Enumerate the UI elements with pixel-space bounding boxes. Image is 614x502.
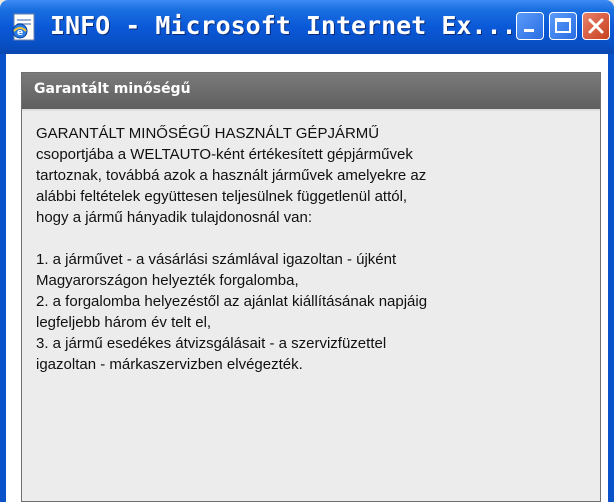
- browser-window: e INFO - Microsoft Internet Ex... Garant…: [0, 0, 614, 502]
- info-panel: Garantált minőségű GARANTÁLT MINŐSÉGŰ HA…: [21, 72, 601, 502]
- body-line: alábbi feltételek együttesen teljesülnek…: [36, 188, 408, 205]
- window-frame-right: [608, 54, 614, 502]
- body-blank-line: [36, 228, 592, 249]
- ie-page-icon: e: [12, 13, 35, 41]
- body-line: GARANTÁLT MINŐSÉGŰ HASZNÁLT GÉPJÁRMŰ: [36, 125, 380, 142]
- maximize-icon: [555, 18, 571, 33]
- close-icon: [588, 18, 604, 34]
- title-bar[interactable]: e INFO - Microsoft Internet Ex...: [0, 0, 614, 54]
- page-content: Garantált minőségű GARANTÁLT MINŐSÉGŰ HA…: [6, 54, 608, 502]
- panel-body: GARANTÁLT MINŐSÉGŰ HASZNÁLT GÉPJÁRMŰ cso…: [36, 123, 592, 375]
- body-line: igazoltan - márkaszervizben elvégezték.: [36, 356, 303, 373]
- body-line: hogy a jármű hányadik tulajdonosnál van:: [36, 209, 313, 226]
- body-line: 2. a forgalomba helyezéstől az ajánlat k…: [36, 293, 428, 310]
- window-title: INFO - Microsoft Internet Ex...: [50, 11, 517, 40]
- body-line: 3. a jármű esedékes átvizsgálásait - a s…: [36, 335, 387, 352]
- body-line: Magyarországon helyezték forgalomba,: [36, 272, 299, 289]
- minimize-icon: [524, 29, 534, 32]
- panel-header: Garantált minőségű: [22, 73, 600, 111]
- panel-title: Garantált minőségű: [34, 81, 191, 97]
- minimize-button[interactable]: [516, 12, 544, 40]
- maximize-button[interactable]: [549, 12, 577, 40]
- body-line: legfeljebb három év telt el,: [36, 314, 212, 331]
- svg-text:e: e: [17, 28, 23, 38]
- body-line: csoportjába a WELTAUTO-ként értékesített…: [36, 146, 413, 163]
- body-line: tartoznak, továbbá azok a használt jármű…: [36, 167, 427, 184]
- close-button[interactable]: [582, 12, 610, 40]
- body-line: 1. a járművet - a vásárlási számlával ig…: [36, 251, 397, 268]
